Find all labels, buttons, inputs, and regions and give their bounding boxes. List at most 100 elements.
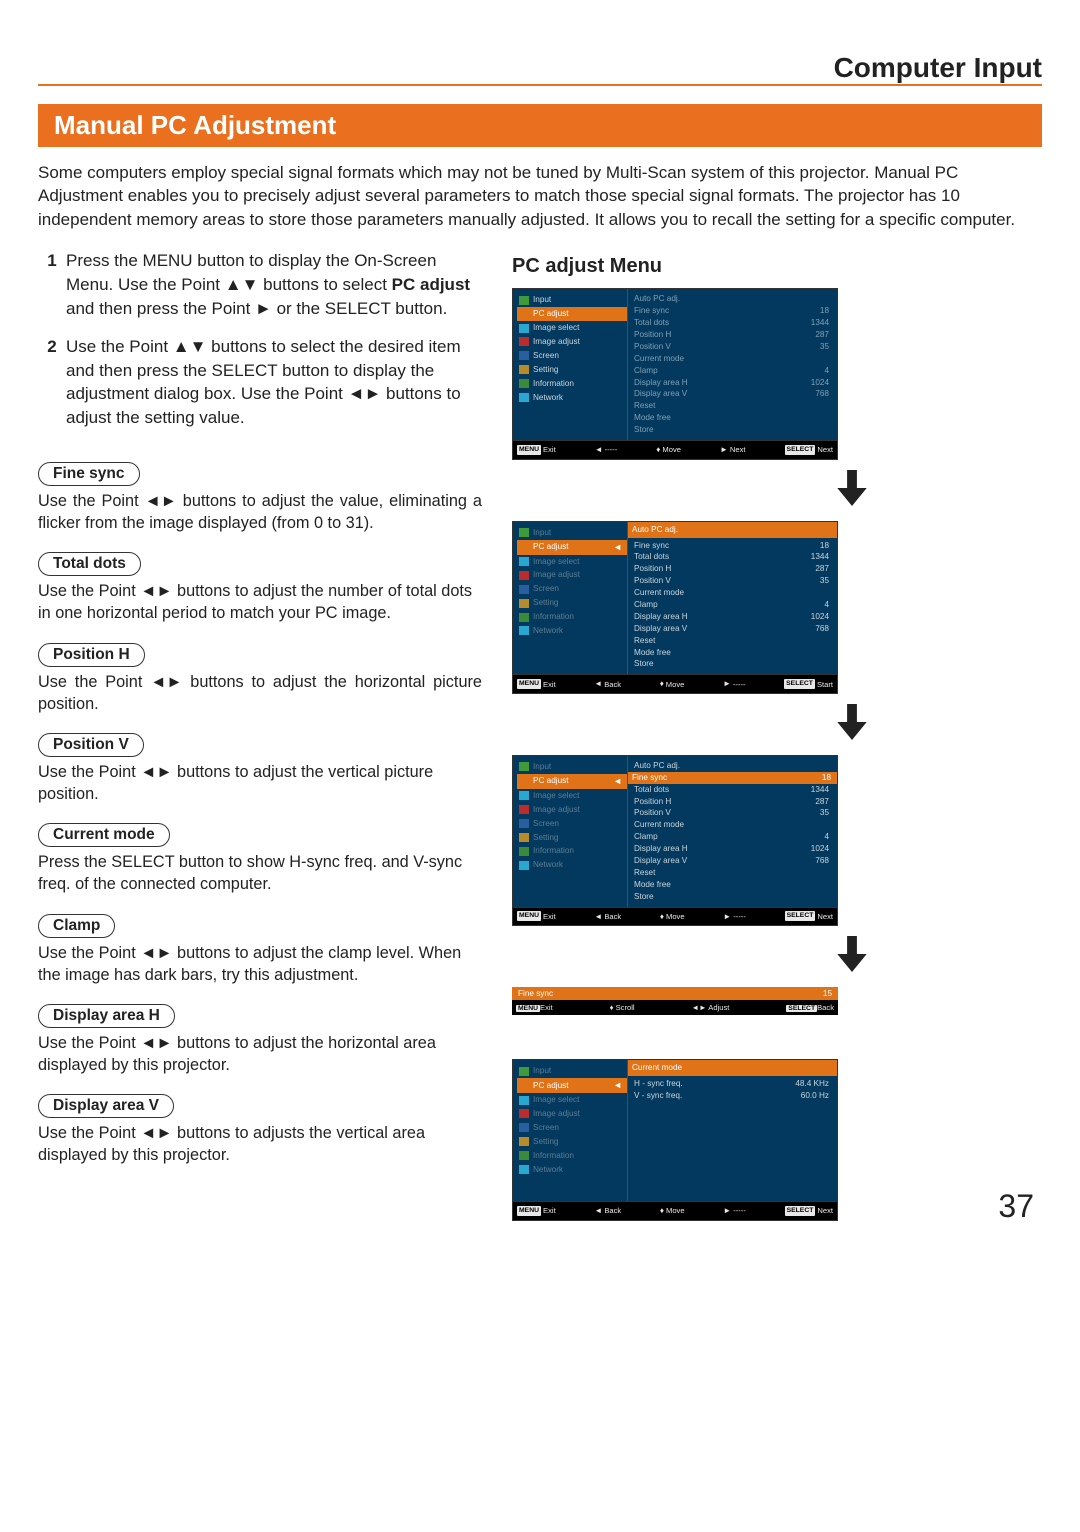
param-pill: Clamp [38,914,115,938]
page-header: Computer Input [822,52,1042,84]
osd-data-row: Reset [632,635,831,647]
param-pill: Fine sync [38,462,140,486]
osd-data-row: Store [632,891,831,903]
osd-side-item: Image select [517,1093,627,1107]
osd-data-row: Fine sync18 [632,540,831,552]
osd-data-row: Position H287 [632,563,831,575]
osd-data-row: Fine sync18 [632,305,831,317]
osd-side-item: Image select [517,789,627,803]
osd-side-item: Network [517,624,627,638]
osd-side-item: Input [517,760,627,774]
osd-data-row: Display area V768 [632,623,831,635]
osd-side-item: Information [517,610,627,624]
osd-side-item: PC adjust [517,307,627,321]
osd-data-row: Clamp4 [632,831,831,843]
osd-data-row: Position V35 [632,575,831,587]
param-pill: Display area V [38,1094,174,1118]
osd-side-item: Screen [517,582,627,596]
osd-slim-bar: Fine sync15 MENUExit ♦ Scroll ◄► Adjust … [512,987,838,1015]
osd-data-row: Clamp4 [632,599,831,611]
osd-data-row: V - sync freq.60.0 Hz [632,1090,831,1102]
param-pill: Position V [38,733,144,757]
osd-side-item: Screen [517,1121,627,1135]
param-pill: Total dots [38,552,141,576]
osd-data-row: Current mode [632,353,831,365]
osd-side-item: Network [517,858,627,872]
osd-data-row: Auto PC adj. [632,293,831,305]
osd-side-item: Setting [517,596,627,610]
osd-data-row: Reset [632,400,831,412]
osd-data-row: Auto PC adj. [632,760,831,772]
osd-data-row: Display area V768 [632,388,831,400]
osd-side-item: Input [517,293,627,307]
osd-data-row: Reset [632,867,831,879]
osd-side-item: Input [517,526,627,540]
step-body: Use the Point ▲▼ buttons to select the d… [66,335,482,430]
osd-side-item: Image adjust [517,335,627,349]
osd-data-row: Display area H1024 [632,611,831,623]
param-pill: Position H [38,643,145,667]
right-column: PC adjust Menu InputPC adjustImage selec… [502,249,1042,1220]
osd-side-item: Network [517,1163,627,1177]
param-desc: Use the Point ◄► buttons to adjusts the … [38,1122,482,1166]
arrow-down-icon [662,704,1042,745]
osd-side-item: Image select [517,321,627,335]
param-pill: Display area H [38,1004,175,1028]
param-desc: Use the Point ◄► buttons to adjust the v… [38,761,482,805]
param-desc: Use the Point ◄► buttons to adjust the v… [38,490,482,534]
section-title: Manual PC Adjustment [38,104,1042,147]
osd-data-row: Total dots1344 [632,317,831,329]
osd-side-item: Image adjust [517,568,627,582]
osd-data-row: Current mode [632,587,831,599]
intro-paragraph: Some computers employ special signal for… [38,161,1042,231]
param-desc: Use the Point ◄► buttons to adjust the h… [38,1032,482,1076]
osd-data-row: Fine sync18 [628,772,837,784]
step-body: Press the MENU button to display the On-… [66,249,482,320]
osd-panel-2: InputPC adjust◄Image selectImage adjustS… [512,521,838,694]
osd-data-row: Store [632,424,831,436]
arrow-down-icon [662,936,1042,977]
osd-side-item: PC adjust◄ [517,774,627,789]
osd-side-item: Screen [517,349,627,363]
osd-side-item: Setting [517,831,627,845]
osd-side-item: Image adjust [517,1107,627,1121]
osd-data-row: Display area H1024 [632,377,831,389]
osd-panel-5: InputPC adjust◄Image selectImage adjustS… [512,1059,838,1220]
right-subhead: PC adjust Menu [512,255,1042,278]
osd-data-row: Position H287 [632,796,831,808]
osd-data-row: Total dots1344 [632,784,831,796]
osd-data-row: Auto PC adj. [628,522,837,538]
arrow-down-icon [662,470,1042,511]
osd-panel-1: InputPC adjustImage selectImage adjustSc… [512,288,838,459]
param-desc: Use the Point ◄► buttons to adjust the c… [38,942,482,986]
osd-data-row: Store [632,658,831,670]
param-pill: Current mode [38,823,170,847]
osd-data-row: Clamp4 [632,365,831,377]
osd-side-item: Information [517,844,627,858]
osd-side-item: Network [517,391,627,405]
param-desc: Press the SELECT button to show H-sync f… [38,851,482,895]
osd-data-row: Position V35 [632,807,831,819]
osd-side-item: PC adjust◄ [517,540,627,555]
osd-data-row: Mode free [632,647,831,659]
osd-data-row: Current mode [632,819,831,831]
osd-data-row: H - sync freq.48.4 KHz [632,1078,831,1090]
osd-data-row: Position H287 [632,329,831,341]
osd-data-row: Position V35 [632,341,831,353]
osd-side-item: Setting [517,1135,627,1149]
osd-side-item: Setting [517,363,627,377]
osd-data-row: Display area H1024 [632,843,831,855]
osd-side-item: Screen [517,817,627,831]
step-number: 1 [38,249,66,320]
osd-side-item: Information [517,1149,627,1163]
osd-side-item: Image adjust [517,803,627,817]
osd-side-item: Information [517,377,627,391]
param-desc: Use the Point ◄► buttons to adjust the n… [38,580,482,624]
osd-data-row: Mode free [632,879,831,891]
osd-data-row: Mode free [632,412,831,424]
osd-data-row: Total dots1344 [632,551,831,563]
osd-side-item: Input [517,1064,627,1078]
left-column: 1 Press the MENU button to display the O… [38,249,482,1220]
osd-side-item: PC adjust◄ [517,1078,627,1093]
osd-data-row: Display area V768 [632,855,831,867]
